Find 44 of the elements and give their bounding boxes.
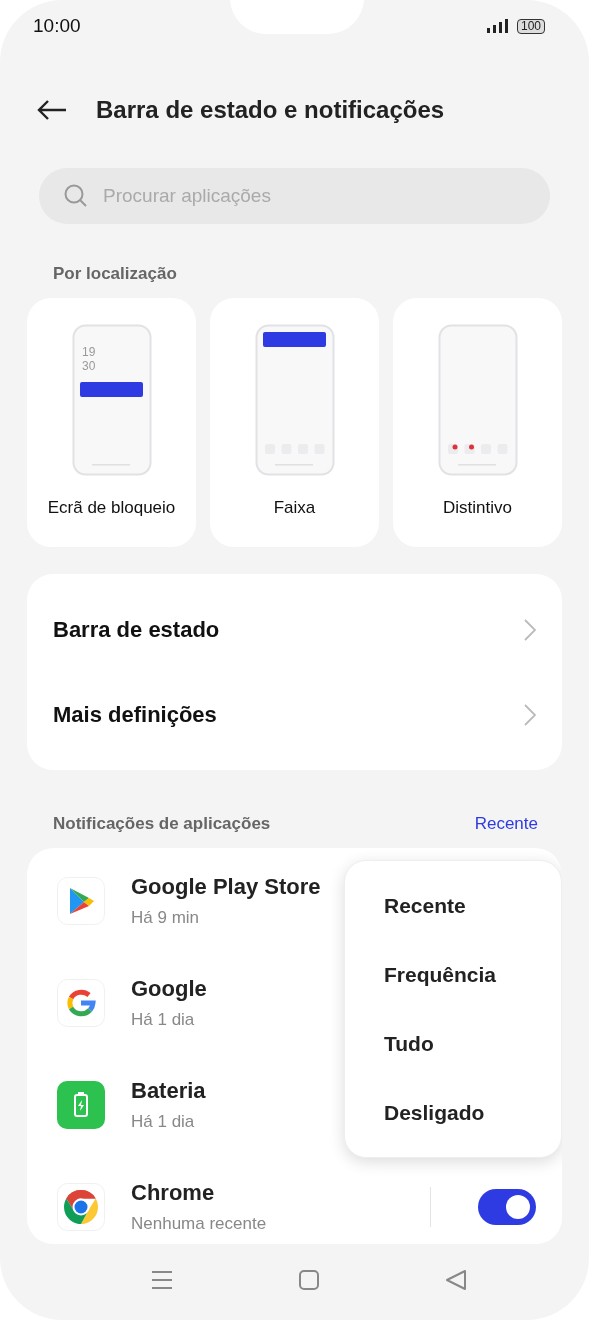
- home-icon[interactable]: [297, 1269, 320, 1291]
- section-heading: Por localização: [52, 263, 178, 285]
- toggle-switch[interactable]: [478, 1189, 536, 1225]
- search-icon: [63, 183, 89, 209]
- settings-label: Mais definições: [53, 701, 217, 728]
- app-name: Google: [131, 976, 207, 1002]
- battery-indicator: 100: [516, 18, 545, 34]
- location-label: Distintivo: [443, 498, 512, 518]
- location-card[interactable]: 19 30 Ecrã de bloqueio: [27, 298, 196, 547]
- settings-label: Barra de estado: [53, 616, 220, 643]
- lock-screen-drawing: 19 30: [71, 324, 152, 476]
- app-name: Bateria: [131, 1078, 206, 1104]
- status-time: 10:00: [33, 15, 81, 37]
- location-label: Ecrã de bloqueio: [47, 498, 176, 518]
- chevron-icon: [524, 618, 536, 641]
- app-time: Há 1 dia: [131, 1010, 195, 1030]
- search-field[interactable]: Procurar aplicações: [39, 168, 550, 224]
- page-title: Barra de estado e notificações: [96, 96, 445, 124]
- google-g-icon: [57, 979, 105, 1027]
- menu-item[interactable]: Tudo: [345, 1009, 561, 1078]
- location-card[interactable]: Faixa: [210, 298, 379, 547]
- chrome-icon: [57, 1183, 105, 1231]
- location-card[interactable]: Distintivo: [393, 298, 562, 547]
- settings-row[interactable]: Barra de estado: [27, 587, 562, 672]
- back-nav-icon[interactable]: [444, 1269, 467, 1291]
- back-icon[interactable]: [37, 99, 67, 121]
- play-icon: [57, 877, 105, 925]
- chevron-icon: [524, 703, 536, 726]
- settings-row[interactable]: Mais definições: [27, 672, 562, 757]
- menu-item[interactable]: Desligado: [345, 1078, 561, 1147]
- app-row[interactable]: Chrome Nenhuma recente: [27, 1156, 562, 1244]
- signal-icon: [485, 18, 510, 34]
- location-label: Faixa: [273, 498, 316, 518]
- battery-app-icon: [57, 1081, 105, 1129]
- app-name: Chrome: [131, 1180, 215, 1206]
- section-heading: Notificações de aplicações: [53, 814, 271, 834]
- sort-link[interactable]: Recente: [474, 814, 538, 834]
- menu-item[interactable]: Frequência: [345, 940, 561, 1009]
- app-time: Há 9 min: [131, 908, 200, 928]
- menu-icon[interactable]: [150, 1270, 173, 1290]
- app-time: Nenhuma recente: [131, 1214, 267, 1234]
- app-time: Há 1 dia: [131, 1112, 195, 1132]
- menu-item[interactable]: Recente: [345, 871, 561, 940]
- app-name: Google Play Store: [131, 874, 321, 900]
